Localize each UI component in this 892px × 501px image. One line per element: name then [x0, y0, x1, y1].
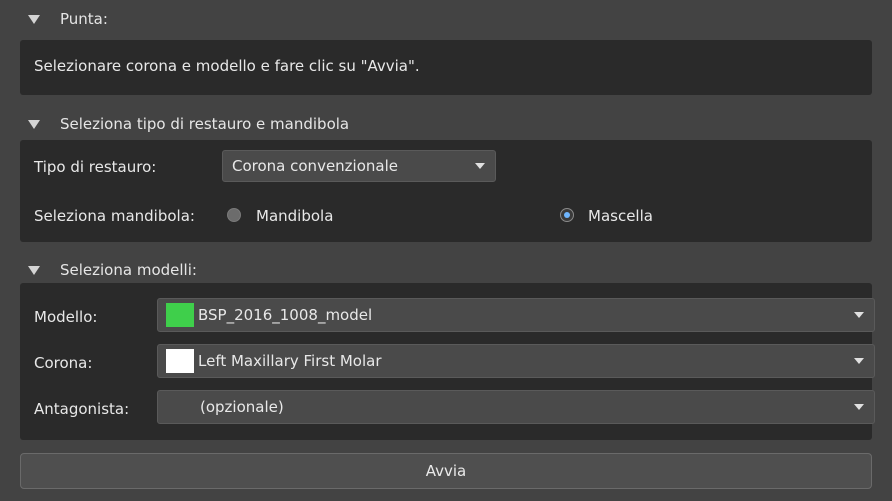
- model-label: Modello:: [34, 308, 98, 326]
- restoration-type-dropdown[interactable]: Corona convenzionale: [222, 150, 496, 182]
- restoration-section-title: Seleziona tipo di restauro e mandibola: [60, 115, 350, 133]
- start-button[interactable]: Avvia: [20, 453, 872, 489]
- chevron-down-icon: [854, 358, 864, 364]
- models-panel: Modello: BSP_2016_1008_model Corona: Lef…: [20, 283, 875, 440]
- restoration-wizard-panel: Punta: Selezionare corona e modello e fa…: [0, 0, 892, 501]
- restoration-panel: Tipo di restauro: Corona convenzionale S…: [20, 140, 872, 242]
- radio-mandibola[interactable]: [227, 208, 241, 222]
- antagonist-dropdown[interactable]: (opzionale): [157, 390, 875, 424]
- chevron-down-icon: [854, 404, 864, 410]
- model-dropdown[interactable]: BSP_2016_1008_model: [157, 298, 875, 332]
- model-value: BSP_2016_1008_model: [198, 306, 373, 324]
- collapse-triangle-icon[interactable]: [28, 119, 40, 129]
- model-color-swatch: [166, 303, 194, 327]
- models-section-title: Seleziona modelli:: [60, 261, 197, 279]
- restoration-type-label: Tipo di restauro:: [34, 158, 157, 176]
- hint-section-title: Punta:: [60, 10, 108, 28]
- crown-color-swatch: [166, 349, 194, 373]
- crown-value: Left Maxillary First Molar: [198, 352, 382, 370]
- collapse-triangle-icon[interactable]: [28, 14, 40, 24]
- chevron-down-icon: [854, 312, 864, 318]
- antagonist-label: Antagonista:: [34, 400, 130, 418]
- jaw-label: Seleziona mandibola:: [34, 207, 195, 225]
- antagonist-value: (opzionale): [200, 398, 284, 416]
- radio-mascella-label[interactable]: Mascella: [588, 207, 653, 225]
- crown-label: Corona:: [34, 354, 93, 372]
- chevron-down-icon: [475, 163, 485, 169]
- crown-dropdown[interactable]: Left Maxillary First Molar: [157, 344, 875, 378]
- radio-mandibola-label[interactable]: Mandibola: [256, 207, 333, 225]
- hint-panel: Selezionare corona e modello e fare clic…: [20, 40, 872, 95]
- radio-mascella[interactable]: [560, 208, 574, 222]
- models-section-header[interactable]: Seleziona modelli:: [20, 257, 872, 283]
- hint-section-header[interactable]: Punta:: [20, 6, 872, 32]
- restoration-type-value: Corona convenzionale: [232, 157, 398, 175]
- collapse-triangle-icon[interactable]: [28, 265, 40, 275]
- restoration-section-header[interactable]: Seleziona tipo di restauro e mandibola: [20, 111, 872, 137]
- hint-text: Selezionare corona e modello e fare clic…: [34, 57, 420, 75]
